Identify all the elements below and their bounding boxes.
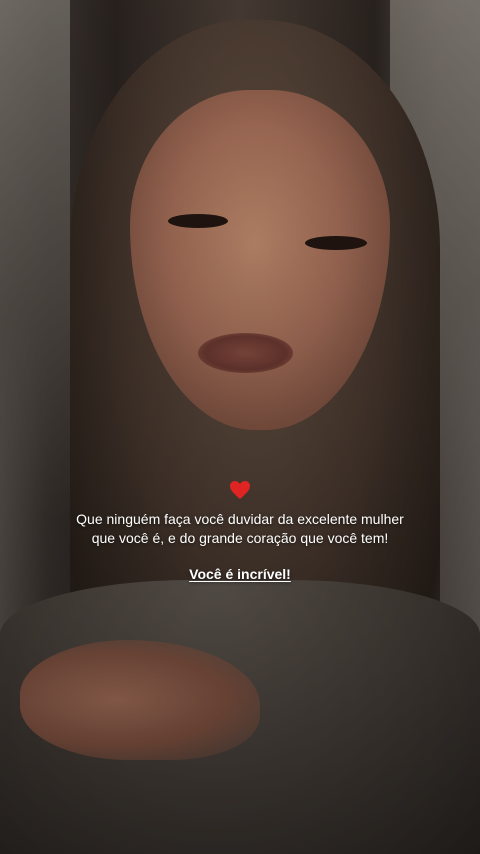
photo-background: Que ninguém faça você duvidar da excelen… bbox=[0, 0, 480, 854]
photo-shade bbox=[0, 0, 480, 854]
quote-text: Que ninguém faça você duvidar da excelen… bbox=[76, 511, 404, 546]
affirmation-link[interactable]: Você é incrível! bbox=[189, 566, 291, 582]
quote-overlay: Que ninguém faça você duvidar da excelen… bbox=[0, 478, 480, 584]
heart-icon bbox=[230, 481, 250, 499]
